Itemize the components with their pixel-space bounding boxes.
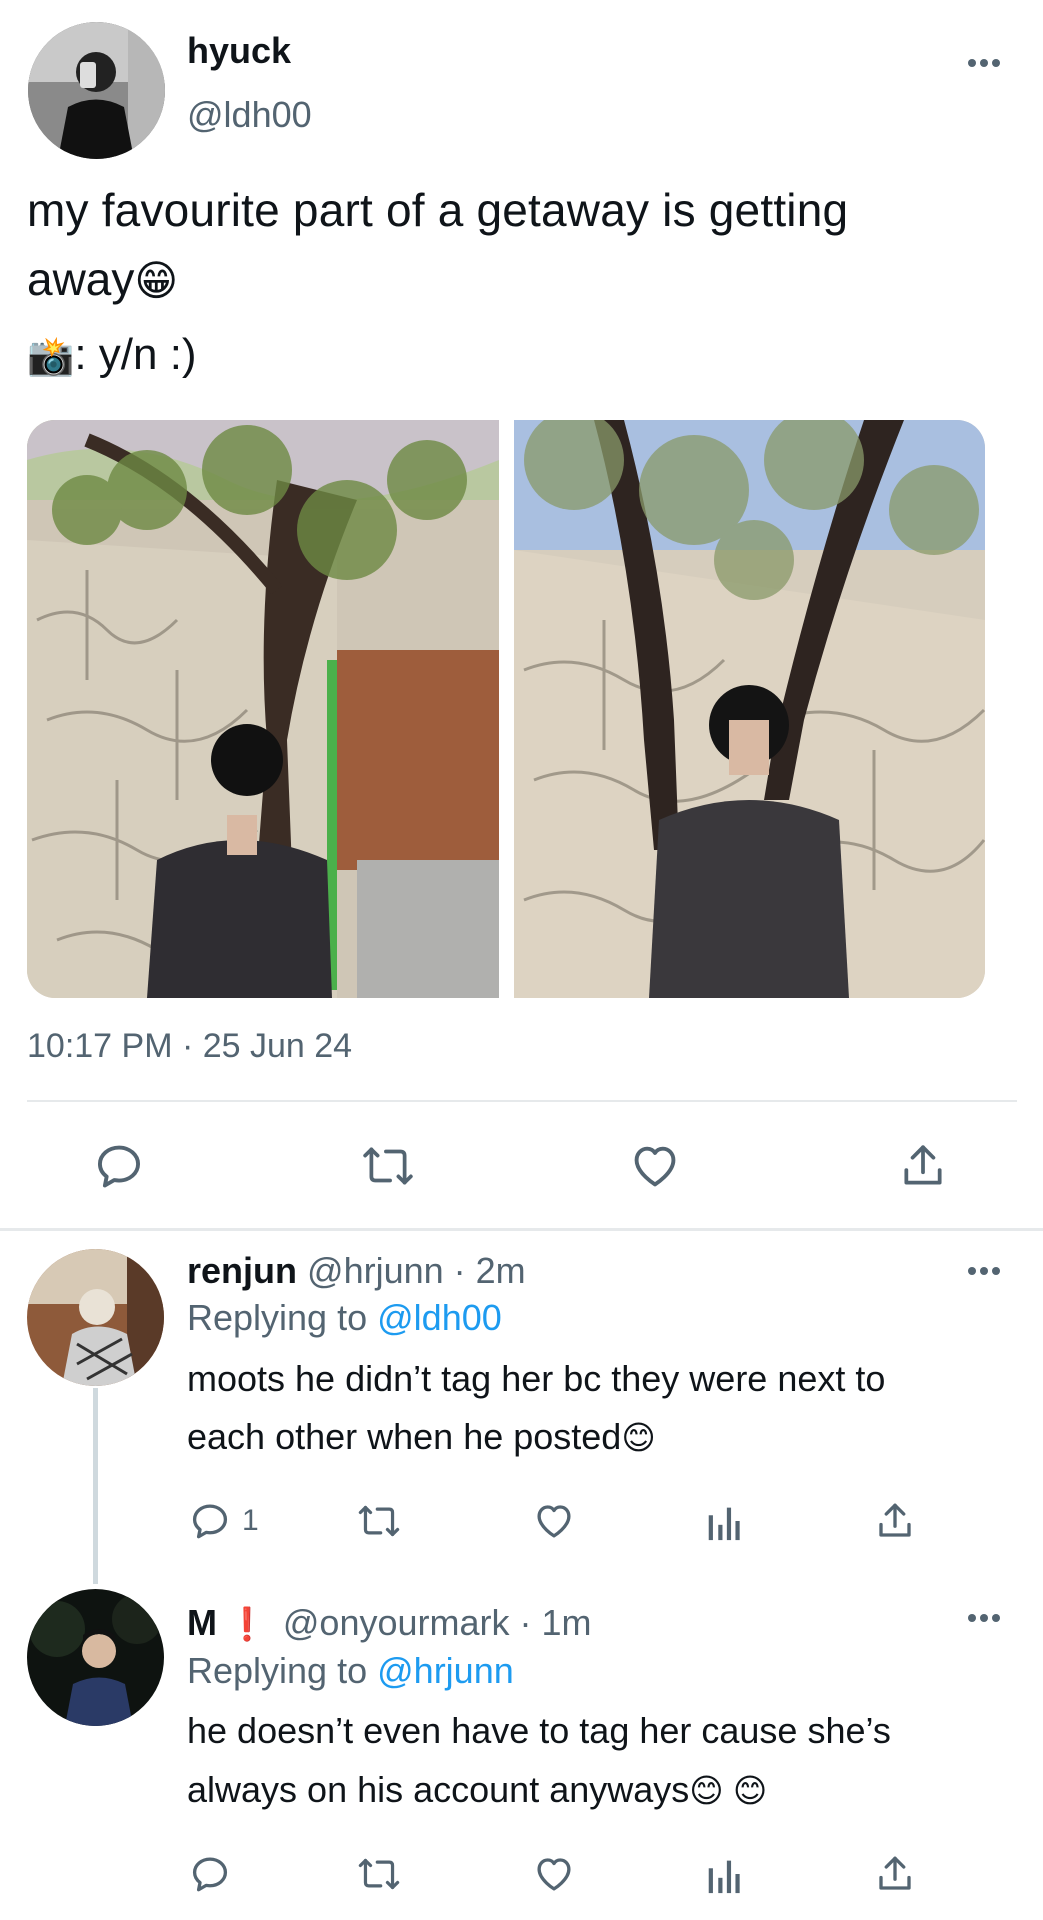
tweet-photo-1[interactable] xyxy=(27,420,499,998)
like-icon[interactable] xyxy=(532,1853,576,1895)
reply-text-line1: moots he didn’t tag her bc they were nex… xyxy=(187,1358,886,1399)
reply-header: renjun @hrjunn · 2m xyxy=(187,1250,526,1292)
replying-to-label: Replying to xyxy=(187,1297,368,1338)
reply-header: M ❗ @onyourmark · 1m xyxy=(187,1602,592,1644)
analytics-icon[interactable] xyxy=(706,1500,742,1542)
like-icon[interactable] xyxy=(532,1500,576,1542)
more-options-icon[interactable] xyxy=(966,56,1002,70)
camera-flash-emoji: 📸 xyxy=(27,336,75,378)
reply-text: each other when he posted xyxy=(187,1416,622,1457)
replying-to-handle[interactable]: @ldh00 xyxy=(377,1297,502,1338)
smiling-emoji: 😊 😊 xyxy=(689,1772,768,1809)
tweet-text-away: away xyxy=(27,253,135,305)
reply-text: always on his account anyways xyxy=(187,1769,690,1810)
replying-to-label: Replying to xyxy=(187,1650,368,1691)
tweet-text-line1: my favourite part of a getaway is gettin… xyxy=(27,184,849,236)
display-name[interactable]: hyuck xyxy=(187,30,291,72)
reply-time: · 1m xyxy=(519,1602,592,1643)
share-icon[interactable] xyxy=(874,1500,916,1542)
avatar[interactable] xyxy=(27,1589,164,1726)
thread-line xyxy=(93,1388,98,1584)
replying-to: Replying to @ldh00 xyxy=(187,1297,502,1339)
photo-credit: 📸: y/n :) xyxy=(27,330,197,380)
replying-to-handle[interactable]: @hrjunn xyxy=(377,1650,514,1691)
display-name[interactable]: M xyxy=(187,1602,217,1643)
like-icon[interactable] xyxy=(628,1140,682,1192)
grinning-emoji: 😁 xyxy=(134,257,179,304)
reply-icon[interactable] xyxy=(189,1853,231,1895)
reply-text-line2: each other when he posted😊 xyxy=(187,1416,656,1458)
share-icon[interactable] xyxy=(874,1853,916,1895)
smiling-emoji: 😊 xyxy=(621,1419,656,1456)
more-options-icon[interactable] xyxy=(966,1611,1002,1625)
photo-credit-text: : y/n :) xyxy=(74,330,197,379)
handle[interactable]: @ldh00 xyxy=(187,94,312,136)
divider xyxy=(0,1228,1043,1231)
reply-icon[interactable] xyxy=(189,1500,231,1542)
share-icon[interactable] xyxy=(898,1140,948,1192)
analytics-icon[interactable] xyxy=(706,1853,742,1895)
display-name[interactable]: renjun xyxy=(187,1250,297,1291)
reply-text-line1: he doesn’t even have to tag her cause sh… xyxy=(187,1710,891,1751)
handle[interactable]: @hrjunn xyxy=(307,1250,444,1291)
retweet-icon[interactable] xyxy=(357,1500,401,1542)
tweet-timestamp[interactable]: 10:17 PM · 25 Jun 24 xyxy=(27,1027,352,1066)
tweet-text-line2: away😁 xyxy=(27,252,178,306)
avatar[interactable] xyxy=(27,1249,164,1386)
replying-to: Replying to @hrjunn xyxy=(187,1650,514,1692)
exclamation-badge: ❗ xyxy=(227,1606,267,1642)
reply-icon[interactable] xyxy=(93,1140,145,1192)
divider xyxy=(27,1100,1017,1102)
reply-time: · 2m xyxy=(453,1250,526,1291)
avatar[interactable] xyxy=(28,22,165,159)
retweet-icon[interactable] xyxy=(357,1853,401,1895)
retweet-icon[interactable] xyxy=(361,1140,415,1192)
reply-count: 1 xyxy=(242,1504,259,1537)
tweet-photo-2[interactable] xyxy=(514,420,985,998)
reply-text-line2: always on his account anyways😊 😊 xyxy=(187,1769,767,1811)
handle[interactable]: @onyourmark xyxy=(283,1602,510,1643)
more-options-icon[interactable] xyxy=(966,1264,1002,1278)
